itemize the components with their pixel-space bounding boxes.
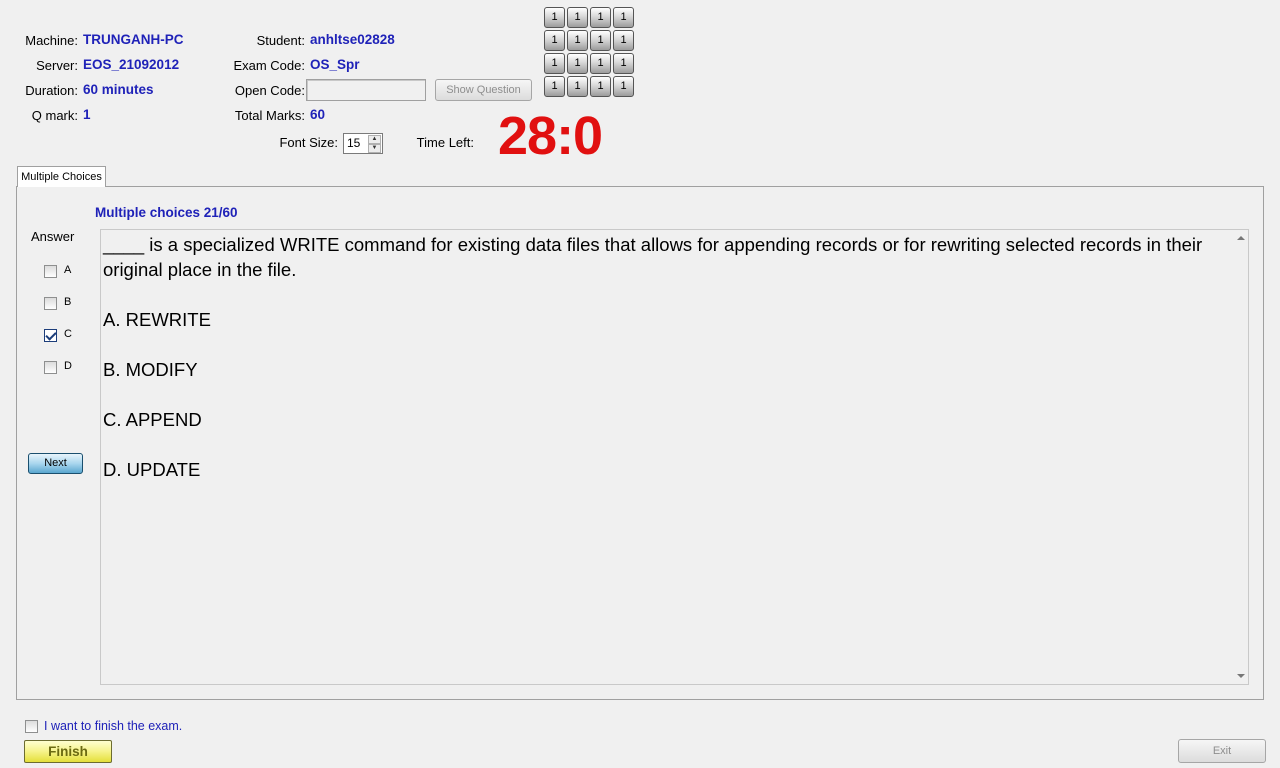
tab-multiple-choices[interactable]: Multiple Choices	[17, 166, 106, 187]
answer-c-letter: C	[64, 328, 72, 340]
spin-down-icon[interactable]: ▼	[368, 144, 381, 153]
finish-confirm-label[interactable]: I want to finish the exam.	[44, 719, 182, 733]
question-grid-button[interactable]: 1	[544, 76, 565, 97]
qmark-label: Q mark:	[31, 108, 78, 123]
question-grid-button[interactable]: 1	[590, 7, 611, 28]
question-grid-button[interactable]: 1	[613, 30, 634, 51]
time-left-value: 28:0	[498, 106, 603, 166]
question-option-d: D. UPDATE	[103, 459, 201, 480]
question-text: ____ is a specialized WRITE command for …	[103, 234, 1203, 280]
question-scrollbar[interactable]	[1234, 230, 1248, 684]
question-grid-button[interactable]: 1	[567, 53, 588, 74]
question-grid-button[interactable]: 1	[613, 76, 634, 97]
question-grid-button[interactable]: 1	[590, 30, 611, 51]
time-left-label: Time Left:	[416, 135, 474, 150]
font-size-stepper[interactable]: 15 ▲ ▼	[343, 133, 383, 154]
spin-up-icon[interactable]: ▲	[368, 135, 381, 144]
font-size-label: Font Size:	[279, 135, 338, 150]
answer-b-checkbox[interactable]	[44, 297, 57, 310]
question-grid-button[interactable]: 1	[567, 7, 588, 28]
question-grid-button[interactable]: 1	[590, 53, 611, 74]
question-option-b: B. MODIFY	[103, 359, 198, 380]
answer-a-letter: A	[64, 264, 72, 276]
scroll-up-icon[interactable]	[1237, 236, 1245, 240]
question-grid-button[interactable]: 1	[544, 7, 565, 28]
answer-a-checkbox[interactable]	[44, 265, 57, 278]
machine-value: TRUNGANH-PC	[83, 32, 184, 47]
question-option-c: C. APPEND	[103, 409, 202, 430]
open-code-input[interactable]	[306, 79, 426, 101]
question-grid-button[interactable]: 1	[590, 76, 611, 97]
qmark-value: 1	[83, 107, 91, 122]
answer-b-letter: B	[64, 296, 72, 308]
total-marks-value: 60	[310, 107, 326, 122]
finish-confirm-checkbox[interactable]	[25, 720, 38, 733]
question-grid-button[interactable]: 1	[567, 76, 588, 97]
duration-label: Duration:	[25, 83, 78, 98]
duration-value: 60 minutes	[83, 82, 154, 97]
next-button[interactable]: Next	[28, 453, 83, 474]
scroll-down-icon[interactable]	[1237, 674, 1245, 678]
question-option-a: A. REWRITE	[103, 309, 211, 330]
answer-c-checkbox[interactable]	[44, 329, 57, 342]
exit-button[interactable]: Exit	[1178, 739, 1266, 763]
question-textbox[interactable]: ____ is a specialized WRITE command for …	[100, 229, 1249, 685]
question-grid-button[interactable]: 1	[613, 7, 634, 28]
answer-label: Answer	[31, 229, 75, 244]
total-marks-label: Total Marks:	[234, 108, 305, 123]
machine-label: Machine:	[25, 33, 78, 48]
finish-button[interactable]: Finish	[24, 740, 112, 763]
answer-d-checkbox[interactable]	[44, 361, 57, 374]
student-label: Student:	[256, 33, 305, 48]
open-code-label: Open Code:	[234, 83, 305, 98]
question-grid-button[interactable]: 1	[567, 30, 588, 51]
exam-code-value: OS_Spr	[310, 57, 360, 72]
show-question-button[interactable]: Show Question	[435, 79, 532, 101]
answer-d-letter: D	[64, 360, 72, 372]
question-grid-button[interactable]: 1	[544, 30, 565, 51]
question-header: Multiple choices 21/60	[95, 205, 238, 220]
student-value: anhltse02828	[310, 32, 395, 47]
font-size-value: 15	[347, 136, 361, 150]
server-label: Server:	[36, 58, 78, 73]
question-grid-button[interactable]: 1	[544, 53, 565, 74]
exam-code-label: Exam Code:	[233, 58, 305, 73]
server-value: EOS_21092012	[83, 57, 180, 72]
question-grid-button[interactable]: 1	[613, 53, 634, 74]
